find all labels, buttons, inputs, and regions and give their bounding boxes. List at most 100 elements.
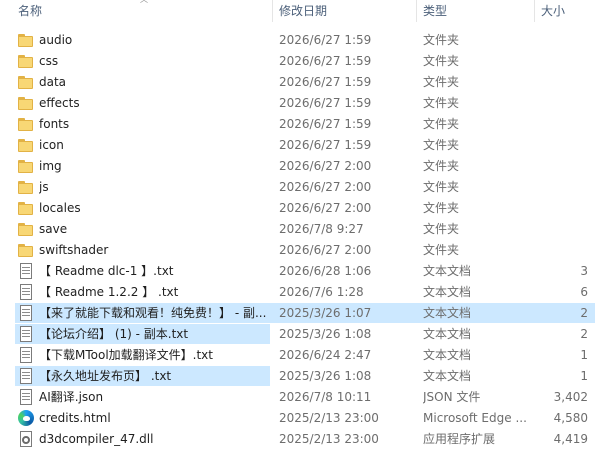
file-modified-date: 2025/3/26 1:08 bbox=[279, 369, 372, 383]
folder-icon bbox=[18, 137, 34, 153]
file-modified-date: 2026/6/27 1:59 bbox=[279, 75, 372, 89]
file-size bbox=[540, 93, 588, 114]
folder-icon bbox=[18, 221, 34, 237]
file-row[interactable]: data 2026/6/27 1:59 文件夹 bbox=[0, 72, 595, 93]
file-row[interactable]: css 2026/6/27 1:59 文件夹 bbox=[0, 51, 595, 72]
file-type: 文本文档 bbox=[423, 369, 472, 383]
file-modified-date: 2026/6/27 2:00 bbox=[279, 201, 372, 215]
file-modified-date: 2026/7/8 10:11 bbox=[279, 390, 372, 404]
file-modified-date: 2025/2/13 23:00 bbox=[279, 432, 379, 446]
file-row[interactable]: d3dcompiler_47.dll 2025/2/13 23:00 应用程序扩展 4… bbox=[0, 429, 595, 450]
file-modified-date: 2026/6/24 2:47 bbox=[279, 348, 372, 362]
file-row[interactable]: img 2026/6/27 2:00 文件夹 bbox=[0, 156, 595, 177]
folder-icon bbox=[18, 116, 34, 132]
file-size: 4,419 bbox=[553, 432, 588, 446]
file-type: 文本文档 bbox=[423, 264, 472, 278]
file-size bbox=[540, 72, 588, 93]
file-row[interactable]: 【 Readme dlc-1 】.txt 2026/6/28 1:06 文本文档 3 bbox=[0, 261, 595, 282]
text-file-icon bbox=[18, 368, 34, 384]
file-name: 【来了就能下载和观看！纯免费！】 - 副... bbox=[39, 306, 267, 320]
column-header-name[interactable]: 名称 bbox=[18, 2, 42, 20]
file-size: 3 bbox=[580, 264, 588, 278]
file-type: 文本文档 bbox=[423, 327, 472, 341]
file-type: 文本文档 bbox=[423, 348, 472, 362]
file-row[interactable]: js 2026/6/27 2:00 文件夹 bbox=[0, 177, 595, 198]
file-row[interactable]: 【永久地址发布页】 .txt 2025/3/26 1:08 文本文档 1 bbox=[0, 366, 595, 387]
file-name: data bbox=[39, 75, 67, 89]
file-name: d3dcompiler_47.dll bbox=[39, 432, 154, 446]
column-divider[interactable] bbox=[534, 0, 535, 22]
json-file-icon bbox=[18, 389, 34, 405]
file-type: JSON 文件 bbox=[423, 390, 481, 404]
text-file-icon bbox=[18, 347, 34, 363]
file-modified-date: 2026/6/27 2:00 bbox=[279, 159, 372, 173]
file-size: 1 bbox=[580, 348, 588, 362]
file-modified-date: 2026/7/8 9:27 bbox=[279, 222, 364, 236]
file-name: fonts bbox=[39, 117, 70, 131]
folder-icon bbox=[18, 53, 34, 69]
file-type: 文本文档 bbox=[423, 306, 472, 320]
file-row[interactable]: 【论坛介绍】 (1) - 副本.txt 2025/3/26 1:08 文本文档 2 bbox=[0, 324, 595, 345]
file-size: 6 bbox=[580, 285, 588, 299]
file-name: effects bbox=[39, 96, 80, 110]
column-header-date[interactable]: 修改日期 bbox=[279, 2, 327, 20]
file-row[interactable]: 【下载MTool加载翻译文件】.txt 2026/6/24 2:47 文本文档 1 bbox=[0, 345, 595, 366]
file-row[interactable]: fonts 2026/6/27 1:59 文件夹 bbox=[0, 114, 595, 135]
file-modified-date: 2026/6/27 1:59 bbox=[279, 96, 372, 110]
file-modified-date: 2026/6/28 1:06 bbox=[279, 264, 372, 278]
file-row[interactable]: locales 2026/6/27 2:00 文件夹 bbox=[0, 198, 595, 219]
file-size: 1 bbox=[580, 369, 588, 383]
file-row[interactable]: save 2026/7/8 9:27 文件夹 bbox=[0, 219, 595, 240]
file-row[interactable]: icon 2026/6/27 1:59 文件夹 bbox=[0, 135, 595, 156]
file-name: locales bbox=[39, 201, 81, 215]
file-row[interactable]: 【来了就能下载和观看！纯免费！】 - 副... 2025/3/26 1:07 文本文… bbox=[0, 303, 595, 324]
file-type: 文件夹 bbox=[423, 180, 460, 194]
column-header-type[interactable]: 类型 bbox=[423, 2, 447, 20]
edge-browser-icon bbox=[18, 410, 34, 426]
text-file-icon bbox=[18, 284, 34, 300]
file-size bbox=[540, 51, 588, 72]
file-row[interactable]: audio 2026/6/27 1:59 文件夹 bbox=[0, 30, 595, 51]
file-name: 【永久地址发布页】 .txt bbox=[39, 369, 172, 383]
file-type: 文件夹 bbox=[423, 243, 460, 257]
sort-ascending-icon: ︿ bbox=[140, 0, 150, 4]
file-name: swiftshader bbox=[39, 243, 109, 257]
text-file-icon bbox=[18, 326, 34, 342]
file-type: 文件夹 bbox=[423, 75, 460, 89]
file-modified-date: 2026/6/27 1:59 bbox=[279, 33, 372, 47]
file-name: 【 Readme 1.2.2 】 .txt bbox=[39, 285, 179, 299]
file-modified-date: 2026/6/27 1:59 bbox=[279, 138, 372, 152]
file-modified-date: 2026/7/6 1:28 bbox=[279, 285, 364, 299]
file-type: 文件夹 bbox=[423, 54, 460, 68]
file-size: 2 bbox=[580, 306, 588, 320]
file-name: 【下载MTool加载翻译文件】.txt bbox=[39, 348, 213, 362]
file-row[interactable]: credits.html 2025/2/13 23:00 Microsoft Edg… bbox=[0, 408, 595, 429]
file-type: 文件夹 bbox=[423, 159, 460, 173]
file-size bbox=[540, 30, 588, 51]
folder-icon bbox=[18, 95, 34, 111]
file-size bbox=[540, 198, 588, 219]
file-type: 文件夹 bbox=[423, 96, 460, 110]
column-divider[interactable] bbox=[416, 0, 417, 22]
file-name: 【论坛介绍】 (1) - 副本.txt bbox=[39, 327, 189, 341]
file-row[interactable]: AI翻译.json 2026/7/8 10:11 JSON 文件 3,402 bbox=[0, 387, 595, 408]
folder-icon bbox=[18, 32, 34, 48]
file-type: 文本文档 bbox=[423, 285, 472, 299]
file-size: 2 bbox=[580, 327, 588, 341]
file-row[interactable]: 【 Readme 1.2.2 】 .txt 2026/7/6 1:28 文本文档 6 bbox=[0, 282, 595, 303]
text-file-icon bbox=[18, 263, 34, 279]
file-modified-date: 2026/6/27 2:00 bbox=[279, 243, 372, 257]
column-header-size[interactable]: 大小 bbox=[541, 2, 565, 20]
file-name: AI翻译.json bbox=[39, 390, 104, 404]
file-name: icon bbox=[39, 138, 64, 152]
text-file-icon bbox=[18, 305, 34, 321]
file-row[interactable]: effects 2026/6/27 1:59 文件夹 bbox=[0, 93, 595, 114]
file-type: 文件夹 bbox=[423, 33, 460, 47]
file-modified-date: 2026/6/27 1:59 bbox=[279, 117, 372, 131]
file-row[interactable]: swiftshader 2026/6/27 2:00 文件夹 bbox=[0, 240, 595, 261]
file-name: audio bbox=[39, 33, 73, 47]
folder-icon bbox=[18, 200, 34, 216]
column-divider[interactable] bbox=[272, 0, 273, 22]
file-name: js bbox=[39, 180, 49, 194]
file-type: 文件夹 bbox=[423, 138, 460, 152]
